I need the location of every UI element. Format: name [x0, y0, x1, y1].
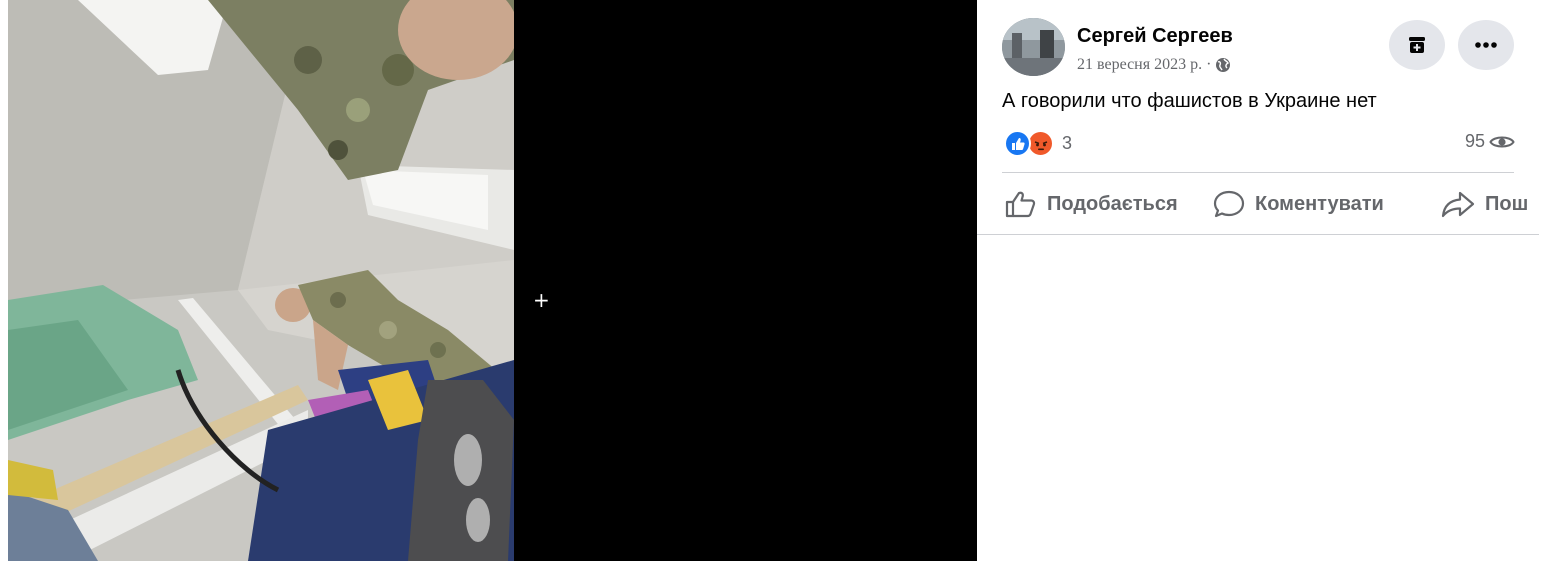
post-date[interactable]: 21 вересня 2023 р. ·	[1077, 56, 1211, 74]
comment-label: Коментувати	[1255, 192, 1384, 215]
share-button[interactable]: Пош	[1441, 186, 1528, 222]
post-meta: 21 вересня 2023 р. ·	[1077, 56, 1231, 74]
comment-icon	[1213, 190, 1245, 218]
more-options-button[interactable]	[1458, 20, 1514, 70]
archive-icon	[1409, 37, 1425, 53]
avatar-image	[1002, 18, 1065, 76]
like-button[interactable]: Подобається	[1005, 186, 1178, 222]
globe-icon[interactable]	[1215, 57, 1231, 73]
like-label: Подобається	[1047, 192, 1178, 215]
more-icon	[1475, 42, 1497, 48]
share-label: Пош	[1485, 192, 1529, 215]
view-count-group: 95	[1465, 131, 1515, 152]
avatar[interactable]	[1002, 18, 1065, 76]
eye-icon	[1489, 136, 1515, 147]
divider	[1002, 172, 1514, 173]
post-panel: Сергей Сергеев 21 вересня 2023 р. · А го…	[977, 0, 1549, 561]
post-actions: Подобається Коментувати Пош	[1002, 186, 1549, 222]
comment-button[interactable]: Коментувати	[1213, 186, 1384, 222]
angry-reaction-icon	[1027, 130, 1054, 157]
author-name[interactable]: Сергей Сергеев	[1077, 25, 1233, 48]
thumbs-up-icon	[1005, 191, 1036, 218]
video-frame[interactable]	[8, 0, 514, 561]
media-viewer[interactable]: +	[0, 0, 977, 561]
share-icon	[1441, 191, 1475, 218]
archive-button[interactable]	[1389, 20, 1445, 70]
divider	[977, 234, 1539, 235]
viewer-edge	[0, 0, 8, 561]
post-text: А говорили что фашистов в Украине нет	[1002, 90, 1377, 112]
crosshair-cursor-icon: +	[533, 288, 550, 312]
reactions-summary[interactable]: 3	[1004, 130, 1072, 157]
view-count: 95	[1464, 131, 1485, 151]
reaction-count: 3	[1062, 133, 1073, 153]
like-reaction-icon	[1004, 130, 1031, 157]
video-still	[8, 0, 514, 561]
